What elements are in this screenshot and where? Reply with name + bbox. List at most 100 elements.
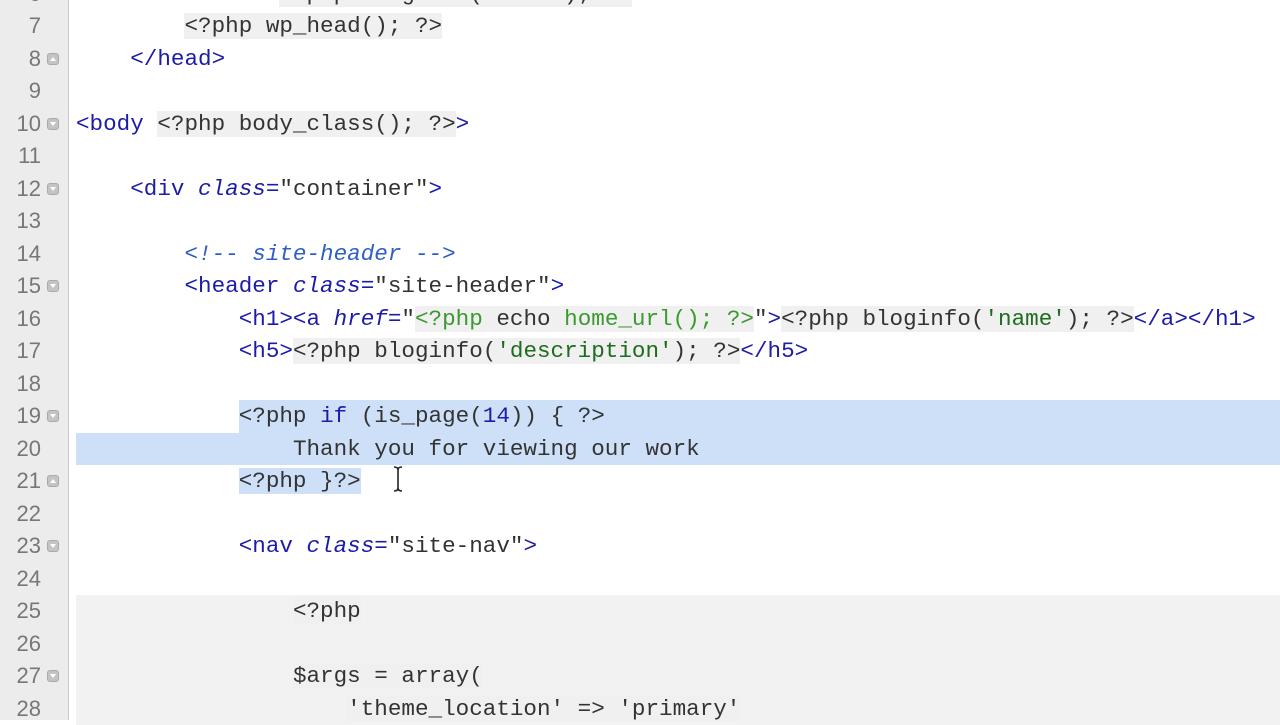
- code-editor[interactable]: 6 <title><?php bloginfo('name'); ?></tit…: [0, 0, 1280, 725]
- indent: [76, 241, 184, 267]
- code-line[interactable]: 17 <h5><?php bloginfo('description'); ?>…: [0, 335, 1280, 368]
- code-token: >: [523, 533, 537, 559]
- code-token: <?php: [239, 403, 320, 429]
- code-token: =: [361, 273, 375, 299]
- code-token: 'name': [483, 0, 564, 7]
- code-token: >: [768, 306, 782, 332]
- code-text: <body <?php body_class(); ?>>: [76, 108, 1280, 141]
- code-token: class: [198, 176, 266, 202]
- code-token: >: [429, 176, 443, 202]
- code-token: Thank you for viewing our work: [293, 436, 700, 462]
- code-token: =: [388, 306, 402, 332]
- code-token: home_url(); ?>: [564, 306, 754, 332]
- code-token: <?php: [415, 306, 496, 332]
- code-text: <h5><?php bloginfo('description'); ?></h…: [76, 335, 1280, 368]
- code-line[interactable]: 24: [0, 563, 1280, 596]
- code-token: </a></h1>: [1134, 306, 1256, 332]
- fold-collapse-icon[interactable]: [47, 410, 59, 422]
- code-text: 'theme_location' => 'primary': [76, 693, 1280, 725]
- code-token: <?php bloginfo(: [279, 0, 482, 7]
- code-token: 'theme_location' => 'primary': [347, 696, 740, 722]
- indent: [76, 46, 130, 72]
- code-token: class: [293, 273, 361, 299]
- code-token: </head>: [130, 46, 225, 72]
- code-token: </h5>: [740, 338, 808, 364]
- code-token: <!-- site-header -->: [184, 241, 455, 267]
- code-line[interactable]: 11: [0, 140, 1280, 173]
- code-line[interactable]: 27 $args = array(: [0, 660, 1280, 693]
- line-number: 28: [0, 693, 41, 725]
- code-token: 'description': [496, 338, 672, 364]
- indent: [76, 176, 130, 202]
- indent: [76, 436, 293, 462]
- fold-collapse-icon[interactable]: [47, 540, 59, 552]
- indent: [76, 403, 239, 429]
- line-number: 10: [0, 108, 41, 141]
- fold-end-icon[interactable]: [47, 475, 59, 487]
- line-number: 13: [0, 205, 41, 238]
- code-line[interactable]: 19 <?php if (is_page(14)) { ?>: [0, 400, 1280, 433]
- code-line[interactable]: 16 <h1><a href="<?php echo home_url(); ?…: [0, 303, 1280, 336]
- fold-end-icon[interactable]: [47, 53, 59, 65]
- code-line[interactable]: 9: [0, 75, 1280, 108]
- line-number: 16: [0, 303, 41, 336]
- code-token: echo: [496, 306, 564, 332]
- code-token: <?php }?>: [239, 468, 361, 494]
- code-text: [76, 75, 1280, 108]
- line-number: 8: [0, 43, 41, 76]
- code-token: class: [307, 533, 375, 559]
- code-line[interactable]: 15 <header class="site-header">: [0, 270, 1280, 303]
- code-token: $args = array(: [293, 663, 483, 689]
- fold-collapse-icon[interactable]: [47, 183, 59, 195]
- code-text: [76, 563, 1280, 596]
- code-text: <?php if (is_page(14)) { ?>: [76, 400, 1280, 433]
- line-number: 25: [0, 595, 41, 628]
- indent: [76, 598, 293, 624]
- code-line[interactable]: 10 <body <?php body_class(); ?>>: [0, 108, 1280, 141]
- line-number: 26: [0, 628, 41, 661]
- line-number: 18: [0, 368, 41, 401]
- code-line[interactable]: 25 <?php: [0, 595, 1280, 628]
- code-line[interactable]: 8 </head>: [0, 43, 1280, 76]
- line-number: 11: [0, 140, 41, 173]
- code-line[interactable]: 28 'theme_location' => 'primary': [0, 693, 1280, 725]
- code-line[interactable]: 20 Thank you for viewing our work: [0, 433, 1280, 466]
- code-token: "container": [279, 176, 428, 202]
- code-token: <header: [184, 273, 292, 299]
- code-token: ": [401, 306, 415, 332]
- code-line[interactable]: 7 <?php wp_head(); ?>: [0, 10, 1280, 43]
- code-token: )) { ?>: [510, 403, 605, 429]
- code-line[interactable]: 18: [0, 368, 1280, 401]
- code-line[interactable]: 23 <nav class="site-nav">: [0, 530, 1280, 563]
- code-token: <nav: [239, 533, 307, 559]
- fold-collapse-icon[interactable]: [47, 670, 59, 682]
- code-token: <?php bloginfo(: [781, 306, 984, 332]
- code-token: <div: [130, 176, 198, 202]
- code-token: ); ?>: [564, 0, 632, 7]
- code-line[interactable]: 21 <?php }?>: [0, 465, 1280, 498]
- code-text: <?php wp_head(); ?>: [76, 10, 1280, 43]
- code-line[interactable]: 6 <title><?php bloginfo('name'); ?></tit…: [0, 0, 1280, 10]
- code-text: [76, 140, 1280, 173]
- line-number: 19: [0, 400, 41, 433]
- code-line[interactable]: 13: [0, 205, 1280, 238]
- fold-collapse-icon[interactable]: [47, 118, 59, 130]
- code-line[interactable]: 12 <div class="container">: [0, 173, 1280, 206]
- code-token: "site-header": [374, 273, 550, 299]
- code-token: =: [374, 533, 388, 559]
- line-number: 12: [0, 173, 41, 206]
- code-text: Thank you for viewing our work: [76, 433, 1280, 466]
- line-number: 24: [0, 563, 41, 596]
- code-token: (is_page(: [347, 403, 483, 429]
- fold-collapse-icon[interactable]: [47, 280, 59, 292]
- code-line[interactable]: 22: [0, 498, 1280, 531]
- code-token: <?php bloginfo(: [293, 338, 496, 364]
- line-number: 15: [0, 270, 41, 303]
- code-token: <h1><a: [239, 306, 334, 332]
- code-text: $args = array(: [76, 660, 1280, 693]
- line-number: 7: [0, 10, 41, 43]
- code-line[interactable]: 14 <!-- site-header -->: [0, 238, 1280, 271]
- code-text: [76, 368, 1280, 401]
- code-line[interactable]: 26: [0, 628, 1280, 661]
- indent: [76, 468, 239, 494]
